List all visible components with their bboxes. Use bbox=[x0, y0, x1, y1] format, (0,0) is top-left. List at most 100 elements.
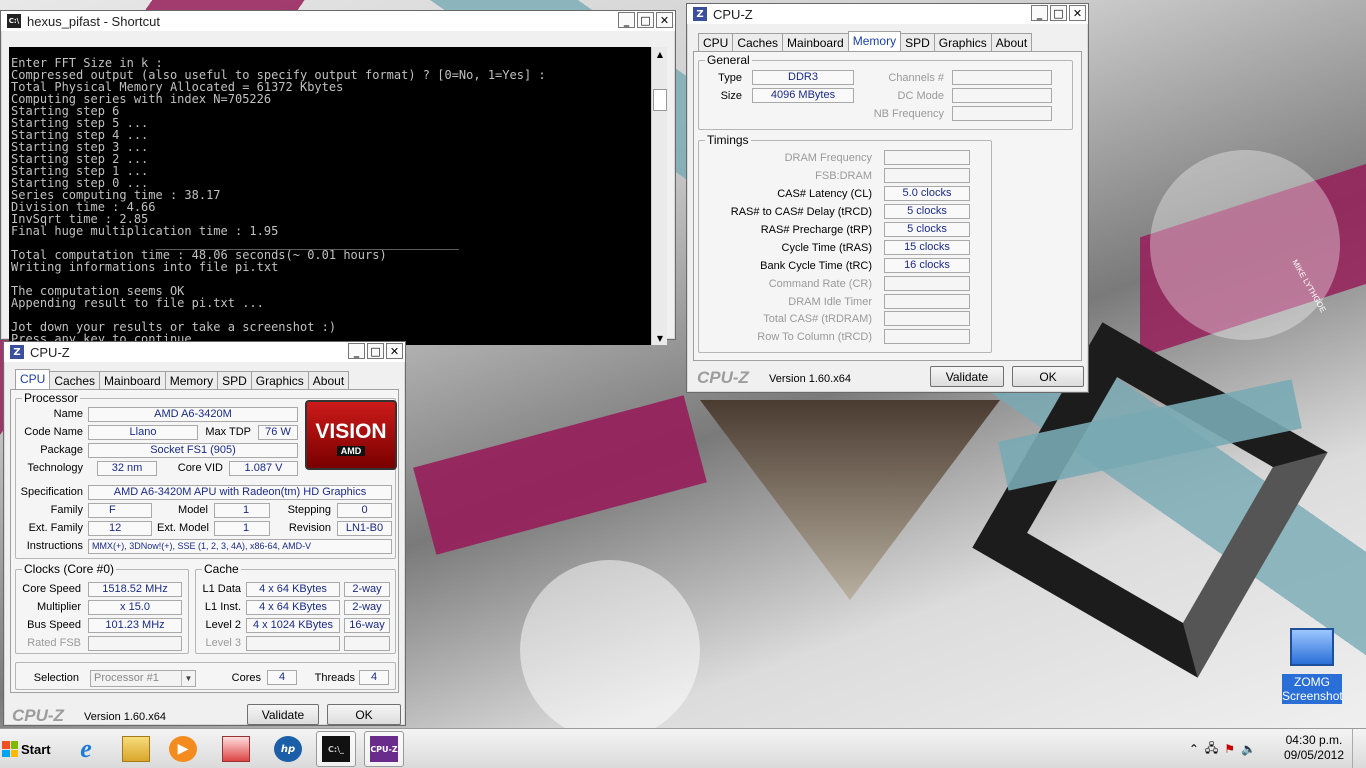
start-button[interactable]: Start bbox=[2, 733, 54, 765]
close-icon[interactable]: ✕ bbox=[386, 343, 403, 359]
trcd-value: 5 clocks bbox=[884, 204, 970, 219]
maximize-icon[interactable]: □ bbox=[637, 12, 654, 28]
tab-graphics[interactable]: Graphics bbox=[250, 371, 309, 389]
corespeed-value: 1518.52 MHz bbox=[88, 582, 182, 597]
tab-caches[interactable]: Caches bbox=[49, 371, 101, 389]
tab-spd[interactable]: SPD bbox=[217, 371, 252, 389]
cpuz-version: Version 1.60.x64 bbox=[84, 711, 166, 723]
close-icon[interactable]: ✕ bbox=[656, 12, 673, 28]
ok-button[interactable]: OK bbox=[327, 704, 401, 725]
trdram-label: Total CAS# (tRDRAM) bbox=[763, 313, 872, 325]
tab-about[interactable]: About bbox=[990, 33, 1033, 51]
tab-mainboard[interactable]: Mainboard bbox=[99, 371, 166, 389]
tras-label: Cycle Time (tRAS) bbox=[781, 242, 872, 254]
system-clock[interactable]: 04:30 p.m. 09/05/2012 bbox=[1284, 733, 1344, 763]
tab-graphics[interactable]: Graphics bbox=[933, 33, 992, 51]
revision-value: LN1-B0 bbox=[337, 521, 392, 536]
show-hidden-icons-icon[interactable]: ⌃ bbox=[1189, 742, 1199, 756]
memory-tab-panel: General Type DDR3 Size 4096 MBytes Chann… bbox=[693, 51, 1082, 361]
minimize-icon[interactable]: _ bbox=[348, 343, 365, 359]
extmodel-label: Ext. Model bbox=[157, 522, 209, 534]
level2-label: Level 2 bbox=[205, 619, 241, 631]
family-label: Family bbox=[50, 504, 83, 516]
type-value: DDR3 bbox=[752, 70, 854, 85]
minimize-icon[interactable]: _ bbox=[1031, 5, 1048, 21]
cpu-tab-panel: Processor Name AMD A6-3420M Code Name Ll… bbox=[10, 389, 399, 693]
selection-label: Selection bbox=[33, 672, 79, 684]
tab-cpu[interactable]: CPU bbox=[15, 369, 51, 389]
technology-value: 32 nm bbox=[97, 461, 157, 476]
tab-memory[interactable]: Memory bbox=[847, 31, 902, 51]
cpuz-brand: CPU-Z bbox=[12, 706, 64, 725]
app-icon bbox=[222, 736, 250, 762]
taskbar-ie[interactable]: e bbox=[66, 731, 106, 767]
close-icon[interactable]: ✕ bbox=[1069, 5, 1086, 21]
l1inst-way: 2-way bbox=[344, 600, 390, 615]
console-scrollbar[interactable]: ▲ ▼ bbox=[651, 47, 667, 345]
cpuz-version: Version 1.60.x64 bbox=[769, 373, 851, 385]
tab-memory[interactable]: Memory bbox=[164, 371, 219, 389]
tab-spd[interactable]: SPD bbox=[900, 33, 935, 51]
windows-flag-icon bbox=[2, 741, 18, 757]
cpuz-memory-window[interactable]: Z CPU-Z _ □ ✕ CPU Caches Mainboard Memor… bbox=[686, 3, 1089, 393]
cr-label: Command Rate (CR) bbox=[768, 278, 872, 290]
network-icon[interactable]: 🖧 bbox=[1205, 739, 1218, 760]
cpuz-icon: CPU-Z bbox=[370, 736, 398, 762]
volume-icon[interactable]: 🔈 bbox=[1241, 742, 1256, 756]
ok-button[interactable]: OK bbox=[1012, 366, 1084, 387]
instructions-label: Instructions bbox=[26, 540, 83, 552]
console-title: hexus_pifast - Shortcut bbox=[27, 13, 160, 29]
fsbdram-value bbox=[884, 168, 970, 183]
minimize-icon[interactable]: _ bbox=[618, 12, 635, 28]
console-output[interactable]: Enter FFT Size in k : Compressed output (… bbox=[9, 47, 651, 345]
validate-button[interactable]: Validate bbox=[247, 704, 319, 725]
validate-button[interactable]: Validate bbox=[930, 366, 1004, 387]
scroll-thumb[interactable] bbox=[653, 89, 667, 111]
size-label: Size bbox=[720, 90, 742, 102]
folder-icon bbox=[122, 736, 150, 762]
codename-value: Llano bbox=[88, 425, 198, 440]
show-desktop-button[interactable] bbox=[1352, 729, 1366, 768]
nbfreq-value bbox=[952, 106, 1052, 121]
console-window[interactable]: C:\ hexus_pifast - Shortcut _ □ ✕ Enter … bbox=[0, 10, 676, 345]
tab-about[interactable]: About bbox=[307, 371, 350, 389]
console-icon: C:\_ bbox=[322, 736, 350, 762]
tab-mainboard[interactable]: Mainboard bbox=[782, 33, 849, 51]
cpuz-memory-title-bar[interactable]: Z CPU-Z _ □ ✕ bbox=[687, 4, 1088, 24]
cr-value bbox=[884, 276, 970, 291]
taskbar-media-player[interactable]: ▶ bbox=[163, 731, 203, 767]
stepping-value: 0 bbox=[337, 503, 392, 518]
scroll-down-icon[interactable]: ▼ bbox=[652, 331, 668, 345]
threads-label: Threads bbox=[314, 672, 355, 684]
model-value: 1 bbox=[214, 503, 270, 518]
taskbar-console[interactable]: C:\_ bbox=[316, 731, 356, 767]
processor-select[interactable]: Processor #1 ▼ bbox=[90, 670, 196, 687]
cpuz-cpu-window[interactable]: Z CPU-Z _ □ ✕ CPU Caches Mainboard Memor… bbox=[3, 341, 406, 726]
l1inst-value: 4 x 64 KBytes bbox=[246, 600, 340, 615]
console-title-bar[interactable]: C:\ hexus_pifast - Shortcut _ □ ✕ bbox=[1, 11, 675, 31]
size-value: 4096 MBytes bbox=[752, 88, 854, 103]
tras-value: 15 clocks bbox=[884, 240, 970, 255]
technology-label: Technology bbox=[27, 462, 83, 474]
chevron-down-icon[interactable]: ▼ bbox=[181, 671, 195, 686]
instructions-value: MMX(+), 3DNow!(+), SSE (1, 2, 3, 4A), x8… bbox=[88, 539, 392, 554]
taskbar-hp[interactable]: hp bbox=[268, 731, 308, 767]
cas-label: CAS# Latency (CL) bbox=[777, 188, 872, 200]
taskbar-cpuz[interactable]: CPU-Z bbox=[364, 731, 404, 767]
cpuz-cpu-title-bar[interactable]: Z CPU-Z _ □ ✕ bbox=[4, 342, 405, 362]
cas-value: 5.0 clocks bbox=[884, 186, 970, 201]
tab-cpu[interactable]: CPU bbox=[698, 33, 734, 51]
tab-caches[interactable]: Caches bbox=[732, 33, 784, 51]
action-center-icon[interactable]: ⚑ bbox=[1224, 742, 1235, 756]
system-tray: ⌃ 🖧 ⚑ 🔈 bbox=[1189, 729, 1256, 768]
scroll-up-icon[interactable]: ▲ bbox=[652, 47, 668, 61]
trdram-value bbox=[884, 311, 970, 326]
taskbar-explorer[interactable] bbox=[116, 731, 156, 767]
maximize-icon[interactable]: □ bbox=[1050, 5, 1067, 21]
wallpaper-shape bbox=[413, 395, 707, 555]
maximize-icon[interactable]: □ bbox=[367, 343, 384, 359]
taskbar-app[interactable] bbox=[216, 731, 256, 767]
desktop-icon-zomg-screenshot[interactable]: ZOMG Screenshot bbox=[1282, 628, 1343, 708]
cpuz-cpu-tabs: CPU Caches Mainboard Memory SPD Graphics… bbox=[15, 369, 350, 389]
level3-label: Level 3 bbox=[205, 637, 241, 649]
